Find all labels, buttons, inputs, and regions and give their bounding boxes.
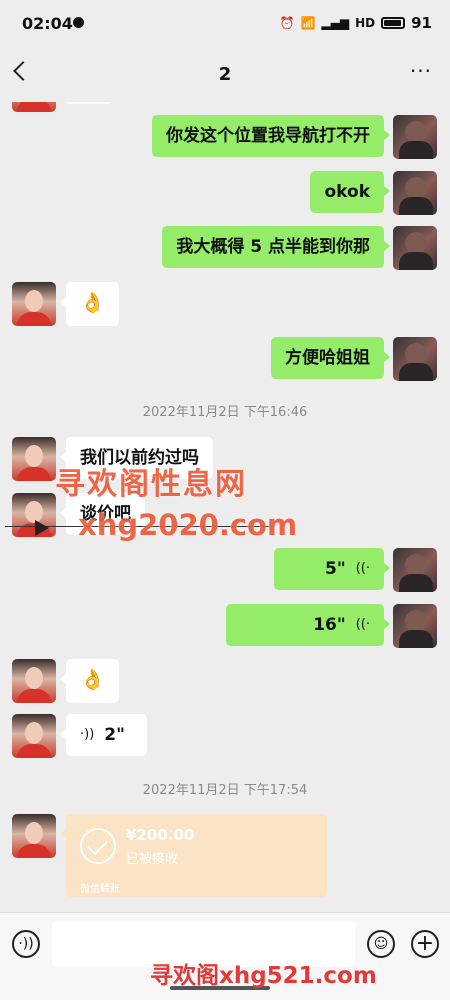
incoming-voice-bubble[interactable]: ·)) 2" bbox=[60, 714, 147, 756]
contact-avatar[interactable] bbox=[12, 102, 56, 112]
outgoing-voice-bubble[interactable]: 5" ((· bbox=[274, 548, 390, 590]
my-avatar[interactable] bbox=[393, 548, 437, 592]
outgoing-voice-bubble[interactable]: 16" ((· bbox=[226, 604, 390, 646]
timestamp-divider: 2022年11月2日 下午17:54 bbox=[142, 783, 308, 798]
outgoing-message-bubble[interactable]: 方便哈姐姐 bbox=[271, 337, 390, 379]
battery-level: 91 bbox=[411, 14, 432, 32]
timestamp-divider: 2022年11月2日 下午16:46 bbox=[142, 405, 308, 420]
watermark-site-name: 寻欢阁性息网 bbox=[55, 467, 247, 502]
contact-avatar[interactable] bbox=[12, 659, 56, 703]
plus-icon[interactable]: + bbox=[411, 930, 439, 958]
status-indicators: ⏰ 📶 ▂▄▆ HD 91 bbox=[280, 14, 432, 32]
alarm-icon: ⏰ bbox=[279, 16, 295, 30]
transfer-card[interactable]: ¥200.00 已被接收 微信转账 bbox=[60, 814, 327, 897]
voice-wave-icon: ·)) bbox=[80, 727, 95, 742]
outgoing-message-bubble[interactable]: 你发这个位置我导航打不开 bbox=[152, 115, 390, 157]
chat-title: 2 bbox=[218, 64, 232, 85]
transfer-amount: ¥200.00 bbox=[126, 826, 195, 844]
voice-wave-icon: ((· bbox=[355, 617, 370, 632]
voice-toggle-icon[interactable]: ·)) bbox=[12, 930, 40, 958]
status-time: 02:04 bbox=[22, 14, 73, 33]
my-avatar[interactable] bbox=[393, 337, 437, 381]
network-type: HD bbox=[355, 16, 376, 30]
voice-duration: 16" bbox=[313, 615, 346, 635]
incoming-emoji-bubble[interactable]: 👌 bbox=[60, 282, 119, 326]
status-bar: 02:04 ⏰ 📶 ▂▄▆ HD 91 bbox=[0, 0, 450, 44]
check-circle-icon bbox=[80, 828, 116, 864]
chat-header: 2 ··· bbox=[0, 44, 450, 102]
transfer-status: 已被接收 bbox=[126, 852, 179, 867]
notification-dot-icon bbox=[73, 17, 84, 28]
signal-icon: ▂▄▆ bbox=[321, 16, 350, 30]
voice-wave-icon: ((· bbox=[355, 561, 370, 576]
my-avatar[interactable] bbox=[393, 115, 437, 159]
my-avatar[interactable] bbox=[393, 171, 437, 215]
watermark-site-url: xhg2020.com bbox=[78, 508, 298, 542]
message-list[interactable]: 你发这个位置我导航打不开 okok 我大概得 5 点半能到你那 👌 方便哈姐姐 … bbox=[0, 102, 450, 912]
previous-message-bubble[interactable] bbox=[66, 102, 111, 104]
outgoing-message-bubble[interactable]: 我大概得 5 点半能到你那 bbox=[162, 226, 390, 268]
transfer-type-label: 微信转账 bbox=[80, 884, 120, 895]
outgoing-message-bubble[interactable]: okok bbox=[310, 171, 390, 213]
incoming-emoji-bubble[interactable]: 👌 bbox=[60, 659, 119, 703]
ok-hand-icon: 👌 bbox=[80, 290, 105, 314]
contact-avatar[interactable] bbox=[12, 714, 56, 758]
contact-avatar[interactable] bbox=[12, 437, 56, 481]
voice-duration: 5" bbox=[325, 559, 346, 579]
contact-avatar[interactable] bbox=[12, 282, 56, 326]
my-avatar[interactable] bbox=[393, 226, 437, 270]
wifi-icon: 📶 bbox=[300, 16, 316, 30]
ok-hand-icon: 👌 bbox=[80, 667, 105, 691]
ellipsis-icon[interactable]: ··· bbox=[410, 61, 432, 81]
smiley-icon[interactable]: ☺ bbox=[367, 930, 395, 958]
contact-avatar[interactable] bbox=[12, 814, 56, 858]
battery-icon bbox=[381, 17, 406, 29]
watermark-bottom-banner: 寻欢阁xhg521.com bbox=[150, 963, 377, 989]
voice-duration: 2" bbox=[104, 725, 125, 745]
my-avatar[interactable] bbox=[393, 604, 437, 648]
